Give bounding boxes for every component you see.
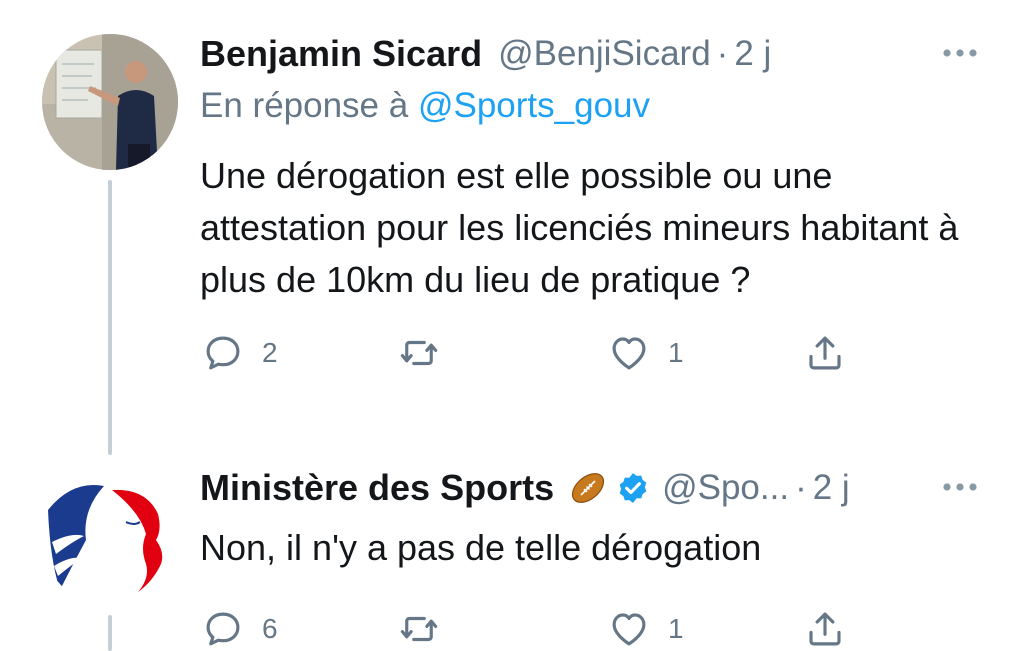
separator-dot: ·	[716, 34, 729, 73]
retweet-button[interactable]	[398, 328, 458, 378]
author-handle[interactable]: @BenjiSicard	[498, 34, 711, 74]
reply-mention-link[interactable]: @Sports_gouv	[418, 86, 650, 125]
reply-count: 6	[262, 613, 278, 644]
reply-button[interactable]: 6	[202, 604, 278, 651]
author-name[interactable]: Ministère des Sports	[200, 467, 554, 509]
tweet-text: Non, il n'y a pas de telle dérogation	[200, 527, 762, 568]
author-name[interactable]: Benjamin Sicard	[200, 33, 482, 75]
avatar-benjamin-sicard[interactable]	[42, 34, 178, 170]
reply-count: 2	[262, 337, 278, 368]
like-count: 1	[668, 337, 684, 368]
thread-connector-line	[108, 615, 112, 651]
thread-connector-line	[108, 180, 112, 455]
reply-icon	[206, 336, 240, 370]
heart-icon	[612, 613, 646, 646]
like-count: 1	[668, 613, 684, 644]
like-button[interactable]: 1	[608, 604, 684, 651]
share-icon	[809, 612, 841, 646]
author-handle[interactable]: @Spo...	[662, 468, 789, 508]
tweet-actions: 6 1	[200, 604, 1024, 651]
tweet-benjamin-sicard[interactable]: Benjamin Sicard @BenjiSicard · 2 j En ré…	[200, 28, 1024, 388]
verified-badge-icon	[619, 473, 647, 503]
reply-prefix: En réponse à	[200, 86, 409, 125]
tweet-header: Benjamin Sicard @BenjiSicard · 2 j	[200, 28, 1024, 80]
reply-button[interactable]: 2	[202, 328, 278, 378]
retweet-button[interactable]	[398, 604, 458, 651]
separator-dot: ·	[795, 468, 807, 507]
tweet-actions: 2 1	[200, 328, 1024, 388]
avatar-ministere-des-sports[interactable]	[42, 470, 178, 606]
tweet-header: Ministère des Sports @Spo... · 2 j	[200, 462, 1024, 514]
share-icon	[809, 336, 841, 370]
more-options-icon[interactable]	[940, 472, 980, 502]
rugby-ball-emoji-icon	[571, 473, 605, 503]
timestamp[interactable]: 2 j	[734, 34, 771, 74]
more-options-icon[interactable]	[940, 38, 980, 68]
heart-icon	[612, 337, 646, 370]
retweet-icon	[400, 340, 438, 366]
share-button[interactable]	[804, 604, 846, 651]
retweet-icon	[400, 616, 438, 642]
tweet-text: Une dérogation est elle possible ou une …	[200, 155, 959, 300]
like-button[interactable]: 1	[608, 328, 684, 378]
tweet-ministere-des-sports[interactable]: Ministère des Sports @Spo... · 2 j Non, …	[200, 462, 1024, 651]
reply-icon	[206, 612, 240, 646]
reply-context: En réponse à @Sports_gouv	[200, 82, 1024, 130]
timestamp[interactable]: 2 j	[813, 468, 850, 508]
share-button[interactable]	[804, 328, 846, 378]
